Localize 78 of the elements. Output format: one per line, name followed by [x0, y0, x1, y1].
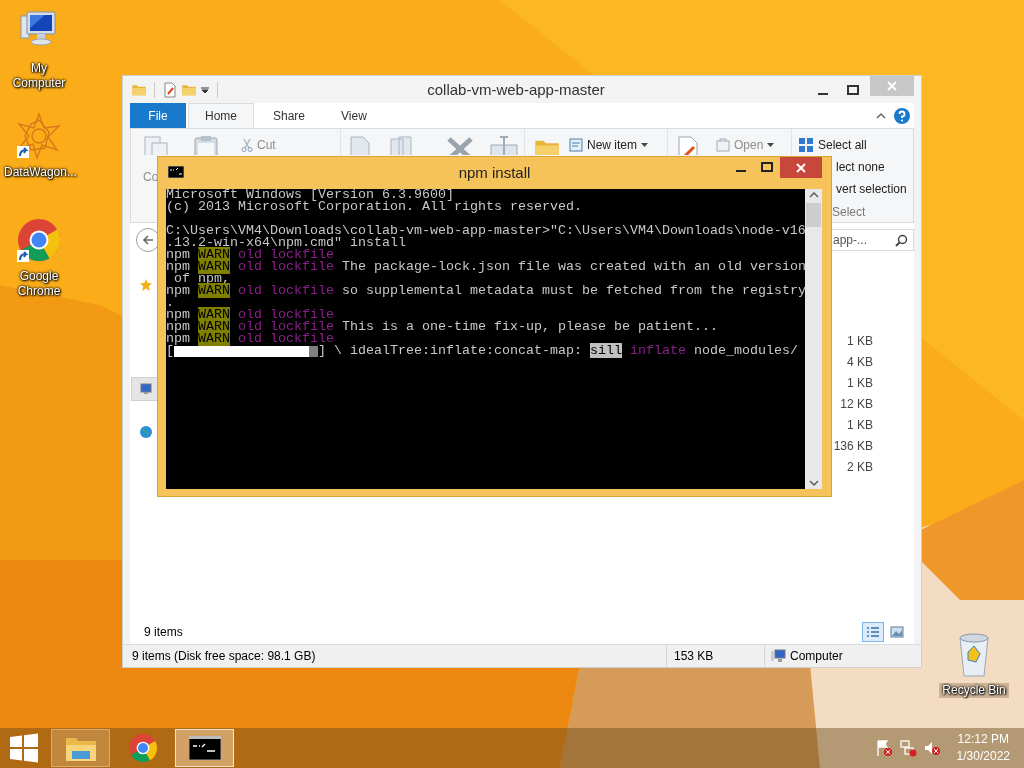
console-line: C:\Users\VM4\Downloads\collab-vm-web-app-master>"C:\Users\VM4\Downloads\node-v16: [166, 225, 806, 237]
list-icon: [866, 626, 880, 638]
select-all-button[interactable]: Select all: [796, 135, 869, 155]
taskbar-button[interactable]: [175, 729, 234, 767]
console-line: Microsoft Windows [Version 6.3.9600]: [166, 189, 454, 201]
start-button[interactable]: [8, 732, 40, 764]
computer-icon: [770, 649, 786, 663]
star-icon: [138, 278, 153, 292]
new-item-button[interactable]: New item: [567, 135, 650, 155]
file-size: 2 KB: [847, 459, 873, 476]
back-arrow-icon: [142, 234, 154, 246]
file-size: 1 KB: [847, 375, 873, 392]
properties-icon[interactable]: [676, 135, 700, 155]
file-tab[interactable]: File: [130, 103, 186, 128]
network-icon[interactable]: [898, 739, 917, 757]
chevron-up-icon[interactable]: [876, 112, 886, 119]
console-text: ] \ idealTree:inflate:concat-map: sill inflate node_modules/: [318, 345, 798, 357]
select-none-button[interactable]: lect none: [836, 157, 885, 177]
rename-icon[interactable]: [489, 135, 519, 155]
file-size: 136 KB: [833, 438, 873, 455]
console-line: npm WARN old lockfile The package-lock.json file was created with an old version: [166, 261, 806, 273]
maximize-icon: [847, 84, 859, 95]
console-icon: [168, 166, 184, 178]
dropdown-icon[interactable]: [200, 84, 210, 95]
scissors-icon: [241, 138, 253, 152]
star-pattern-icon[interactable]: [15, 112, 63, 160]
console-line: .: [166, 297, 174, 309]
ribbon-tab[interactable]: Home: [188, 103, 254, 128]
image-icon: [890, 626, 904, 638]
console-line: of npm,: [174, 273, 230, 285]
item-count: 9 items: [144, 625, 183, 639]
close-button[interactable]: [780, 157, 822, 178]
status-size: 153 KB: [674, 649, 714, 663]
minimize-icon: [736, 170, 746, 172]
search-field[interactable]: app-...: [832, 229, 914, 251]
open-icon: [716, 138, 730, 152]
globe-icon: [138, 425, 153, 439]
details-view-button[interactable]: [862, 622, 884, 642]
ribbon-tab[interactable]: Share: [256, 103, 323, 128]
windows-logo-icon: [9, 733, 39, 763]
window-title: collab-vm-web-app-master: [426, 81, 606, 98]
console-line: npm WARN old lockfile: [166, 333, 334, 345]
document-icon[interactable]: [162, 81, 178, 98]
status-location: Computer: [790, 649, 843, 663]
console-line: .13.2-win-x64\npm.cmd" install: [166, 237, 406, 249]
clock[interactable]: 12:12 PM 1/30/2022: [956, 731, 1010, 765]
back-button[interactable]: [136, 228, 160, 252]
search-icon[interactable]: [895, 234, 908, 247]
maximize-icon: [761, 162, 773, 172]
window-title: npm install: [458, 163, 531, 181]
new-item-icon: [569, 138, 583, 152]
ribbon-tab[interactable]: View: [324, 103, 384, 128]
scroll-thumb[interactable]: [806, 203, 821, 227]
group-label: Select: [832, 205, 866, 219]
close-icon: [887, 81, 897, 91]
scrollbar[interactable]: [805, 189, 822, 489]
invert-selection-button[interactable]: vert selection: [836, 179, 907, 199]
file-size: 1 KB: [847, 417, 873, 434]
caret-icon: [641, 143, 648, 147]
console-line: (c) 2013 Microsoft Corporation. All rights reserved.: [166, 201, 582, 213]
caret-icon: [767, 143, 775, 147]
file-size: 4 KB: [847, 354, 873, 371]
computer-icon: [138, 382, 153, 396]
browser-icon: [126, 732, 159, 764]
file-size: 12 KB: [840, 396, 873, 413]
console-text: [: [166, 345, 174, 357]
clipboard-icon[interactable]: [193, 135, 219, 155]
console-icon: [188, 736, 221, 760]
status-text: 9 items (Disk free space: 98.1 GB): [132, 649, 317, 663]
help-icon[interactable]: [894, 107, 910, 124]
select-all-icon: [798, 137, 814, 153]
minimize-icon: [818, 92, 828, 95]
delete-icon[interactable]: [445, 135, 475, 155]
close-icon: [796, 162, 806, 173]
flag-icon[interactable]: [874, 739, 893, 757]
browser-icon[interactable]: [15, 216, 63, 264]
file-size: 1 KB: [847, 333, 873, 350]
console-line: npm WARN old lockfile so supplemental metadata must be fetched from the registry: [166, 285, 806, 297]
